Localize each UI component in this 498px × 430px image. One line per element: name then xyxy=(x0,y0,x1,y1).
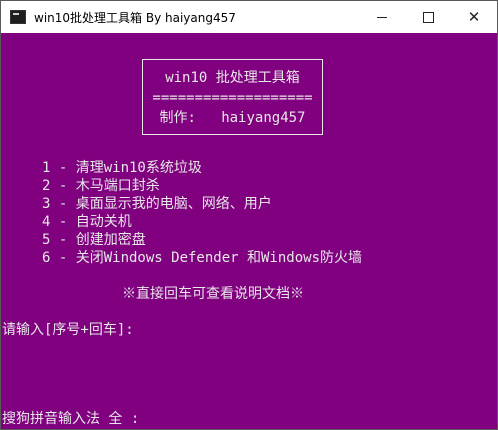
menu-item-1: 1 - 清理win10系统垃圾 xyxy=(42,160,202,176)
console-output[interactable]: win10 批处理工具箱 =================== 制作: hai… xyxy=(1,33,497,430)
console-window: win10批处理工具箱 By haiyang457 ✕ win10 批处理工具箱… xyxy=(0,0,498,430)
banner-separator: =================== xyxy=(152,90,313,106)
minimize-button[interactable] xyxy=(359,1,405,33)
input-prompt[interactable]: 请输入[序号+回车]: xyxy=(2,321,134,339)
maximize-icon xyxy=(422,11,434,23)
minimize-icon xyxy=(377,16,387,18)
banner-box: win10 批处理工具箱 =================== 制作: hai… xyxy=(142,59,323,135)
menu-item-6: 6 - 关闭Windows Defender 和Windows防火墙 xyxy=(42,250,363,266)
window-title: win10批处理工具箱 By haiyang457 xyxy=(34,10,236,25)
menu-item-5: 5 - 创建加密盘 xyxy=(42,232,146,248)
banner-title: win10 批处理工具箱 xyxy=(165,70,300,86)
menu-item-4: 4 - 自动关机 xyxy=(42,214,132,230)
console-app-icon xyxy=(10,10,26,24)
close-icon: ✕ xyxy=(467,7,481,26)
menu-item-2: 2 - 木马端口封杀 xyxy=(42,178,160,194)
close-button[interactable]: ✕ xyxy=(451,1,497,33)
title-bar[interactable]: win10批处理工具箱 By haiyang457 ✕ xyxy=(1,1,497,33)
ime-status-bar: 搜狗拼音输入法 全 : xyxy=(2,411,140,427)
maximize-button[interactable] xyxy=(405,1,451,33)
menu-item-3: 3 - 桌面显示我的电脑、网络、用户 xyxy=(42,196,272,212)
banner-author: 制作: haiyang457 xyxy=(159,110,306,126)
help-hint: ※直接回车可查看说明文档※ xyxy=(122,286,304,302)
